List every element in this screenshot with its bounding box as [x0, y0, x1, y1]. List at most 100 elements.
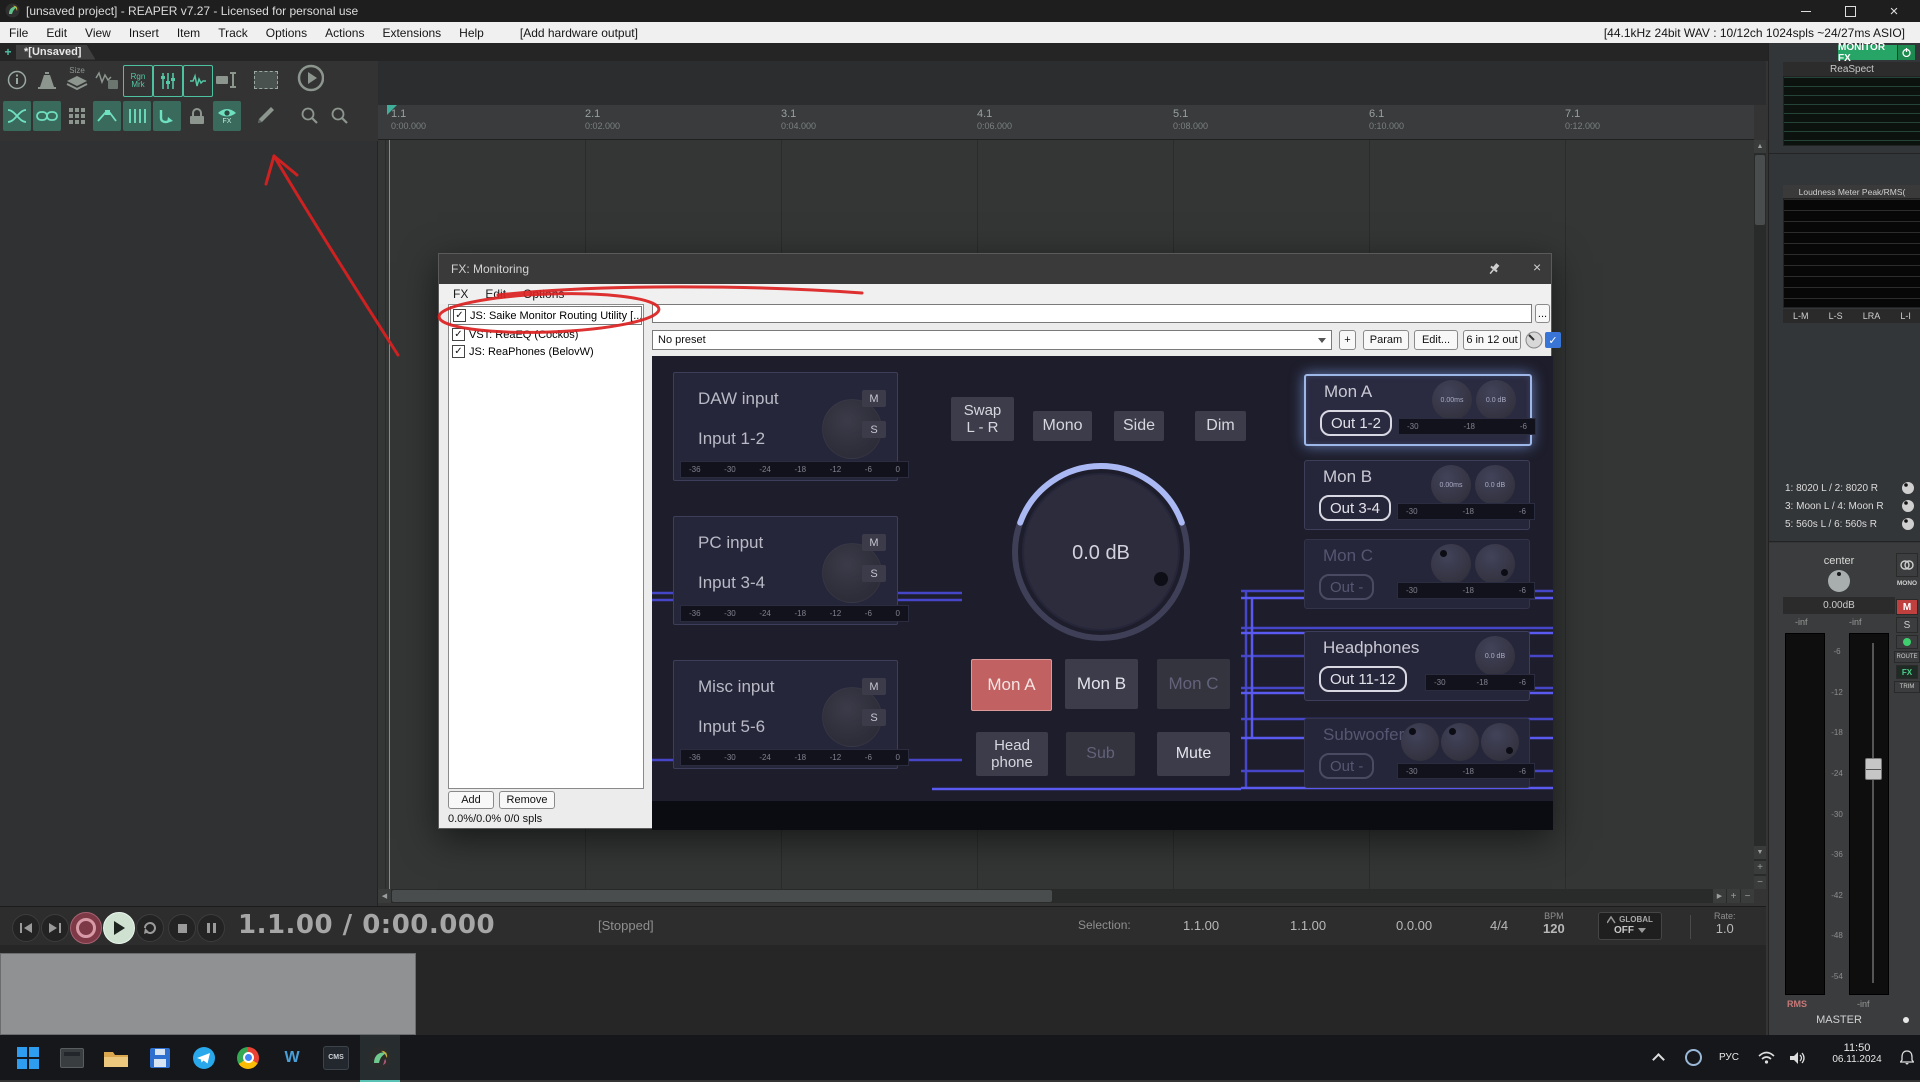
- track-panel-empty[interactable]: [0, 141, 378, 906]
- maximize-button[interactable]: [1828, 0, 1872, 22]
- taskbar-app-dark[interactable]: [52, 1035, 92, 1080]
- close-button[interactable]: ×: [1872, 0, 1916, 22]
- marquee-select-button[interactable]: [252, 65, 280, 95]
- taskbar-cms-app[interactable]: CMS: [316, 1035, 356, 1080]
- preset-save-button[interactable]: +: [1339, 330, 1356, 350]
- menu-actions[interactable]: Actions: [316, 22, 373, 43]
- output-mon-c[interactable]: Mon C Out - -30-18-6: [1304, 539, 1530, 609]
- output-channel-pill[interactable]: Out 3-4: [1319, 495, 1391, 521]
- menu-view[interactable]: View: [76, 22, 120, 43]
- monitor-fx-power-button[interactable]: [1898, 45, 1915, 60]
- vzoom-in-button[interactable]: +: [1754, 861, 1766, 874]
- tray-clock[interactable]: 11:50 06.11.2024: [1822, 1042, 1892, 1065]
- timeline-ruler[interactable]: 1.10:00.000 2.10:02.000 3.10:04.000 4.10…: [378, 105, 1754, 140]
- output-channel-pill[interactable]: Out -: [1319, 574, 1374, 600]
- taskbar-file-explorer[interactable]: [96, 1035, 136, 1080]
- route-knob-icon[interactable]: [1901, 517, 1915, 531]
- fx-remove-button[interactable]: Remove: [499, 791, 555, 809]
- zoom-out-tool-button[interactable]: [326, 101, 354, 131]
- region-marker-button[interactable]: RgnMrk: [123, 65, 153, 97]
- mute-output-button[interactable]: Mute: [1157, 732, 1230, 776]
- fx-menu-edit[interactable]: Edit: [485, 287, 506, 301]
- mixer-button[interactable]: [153, 65, 183, 97]
- add-hardware-output-button[interactable]: [Add hardware output]: [511, 22, 647, 43]
- gain-knob[interactable]: 0.0 dB: [1476, 380, 1516, 420]
- scroll-down-button[interactable]: ▼: [1754, 846, 1766, 859]
- param-button[interactable]: Param: [1363, 330, 1409, 350]
- output-headphones[interactable]: Headphones Out 11-12 0.0 dB -30-18-6: [1304, 631, 1530, 701]
- headphone-button[interactable]: Headphone: [976, 732, 1048, 776]
- tray-notifications-button[interactable]: [1894, 1035, 1920, 1080]
- fx-menu-fx[interactable]: FX: [453, 287, 468, 301]
- menu-extensions[interactable]: Extensions: [373, 22, 450, 43]
- menu-edit[interactable]: Edit: [37, 22, 76, 43]
- delay-knob[interactable]: [1441, 723, 1479, 761]
- crossfade-button[interactable]: [3, 101, 31, 131]
- dim-button[interactable]: Dim: [1195, 411, 1246, 441]
- vertical-scrollbar[interactable]: ▲ ▼ + −: [1754, 140, 1766, 889]
- swap-lr-button[interactable]: SwapL - R: [951, 397, 1014, 441]
- delay-knob[interactable]: 0.00ms: [1432, 380, 1472, 420]
- taskbar-reaper-active[interactable]: [360, 1035, 400, 1082]
- record-button[interactable]: [70, 912, 102, 944]
- mon-b-select-button[interactable]: Mon B: [1065, 659, 1138, 709]
- new-project-tab-button[interactable]: +: [0, 45, 16, 59]
- solo-button[interactable]: S: [862, 709, 886, 726]
- menu-help[interactable]: Help: [450, 22, 493, 43]
- docked-panel-empty[interactable]: [0, 953, 416, 1035]
- tray-volume[interactable]: [1784, 1035, 1812, 1080]
- gain-knob[interactable]: 0.0 dB: [1475, 636, 1515, 676]
- monitor-tool-button[interactable]: [33, 65, 61, 95]
- stop-button[interactable]: [168, 914, 196, 942]
- horizontal-scrollbar[interactable]: ◀ ▶ + −: [378, 889, 1754, 903]
- fx-window-titlebar[interactable]: FX: Monitoring ×: [439, 254, 1551, 284]
- menu-track[interactable]: Track: [209, 22, 257, 43]
- master-fader-handle[interactable]: [1865, 758, 1882, 780]
- selection-start[interactable]: 1.1.00: [1183, 918, 1219, 933]
- taskbar-telegram[interactable]: [184, 1035, 224, 1080]
- output-subwoofer[interactable]: Subwoofer Out - -30-18-6: [1304, 718, 1530, 788]
- gain-knob[interactable]: [1481, 723, 1519, 761]
- delay-knob[interactable]: 0.00ms: [1431, 465, 1471, 505]
- link-button[interactable]: [33, 101, 61, 131]
- stereo-mode-button[interactable]: [1896, 553, 1918, 577]
- grid-lines-button[interactable]: [123, 101, 151, 131]
- menu-insert[interactable]: Insert: [120, 22, 168, 43]
- fx-more-button[interactable]: ...: [1535, 304, 1550, 323]
- pause-button[interactable]: [197, 914, 225, 942]
- bpm-control[interactable]: BPM 120: [1543, 911, 1565, 936]
- gain-knob[interactable]: [1475, 544, 1515, 584]
- mute-button[interactable]: M: [862, 678, 886, 695]
- preset-dropdown[interactable]: No preset: [652, 330, 1332, 350]
- project-tab-unsaved[interactable]: *[Unsaved]: [16, 45, 95, 60]
- output-channel-pill[interactable]: Out -: [1319, 753, 1374, 779]
- output-channel-pill[interactable]: Out 11-12: [1319, 666, 1407, 692]
- taskbar-save-app[interactable]: [140, 1035, 180, 1080]
- fx-active-checkbox[interactable]: ✓: [1545, 332, 1561, 348]
- gain-knob[interactable]: 0.0 dB: [1475, 465, 1515, 505]
- audio-device-status[interactable]: [44.1kHz 24bit WAV : 10/12ch 1024spls ~2…: [1595, 22, 1914, 43]
- start-button[interactable]: [8, 1035, 48, 1080]
- reaspect-header[interactable]: ReaSpect: [1783, 62, 1920, 76]
- selection-length[interactable]: 0.0.00: [1396, 918, 1432, 933]
- zoom-in-tool-button[interactable]: [296, 101, 324, 131]
- tray-language[interactable]: РУС: [1712, 1035, 1746, 1080]
- go-to-start-button[interactable]: [12, 914, 40, 942]
- mon-a-select-button[interactable]: Mon A: [971, 659, 1052, 711]
- item-properties-button[interactable]: [213, 65, 241, 95]
- fx-enabled-checkbox[interactable]: ✓: [452, 345, 465, 358]
- output-mon-a[interactable]: Mon A Out 1-2 0.00ms 0.0 dB -30-18-6: [1304, 374, 1532, 446]
- hzoom-in-button[interactable]: +: [1727, 889, 1740, 903]
- scroll-up-button[interactable]: ▲: [1754, 140, 1766, 153]
- mute-button[interactable]: M: [862, 534, 886, 551]
- edit-button[interactable]: Edit...: [1414, 330, 1458, 350]
- loudness-meter-header[interactable]: Loudness Meter Peak/RMS(: [1783, 185, 1920, 198]
- taskbar-w-app[interactable]: W: [272, 1035, 312, 1080]
- tray-app-icon[interactable]: [1680, 1035, 1706, 1080]
- mono-button[interactable]: Mono: [1033, 411, 1092, 441]
- tray-network[interactable]: [1752, 1035, 1780, 1080]
- menu-item[interactable]: Item: [168, 22, 209, 43]
- fx-list-item[interactable]: ✓ VST: ReaEQ (Cockos): [450, 326, 642, 343]
- vscroll-thumb[interactable]: [1755, 155, 1765, 225]
- undo-history-button[interactable]: [153, 101, 181, 131]
